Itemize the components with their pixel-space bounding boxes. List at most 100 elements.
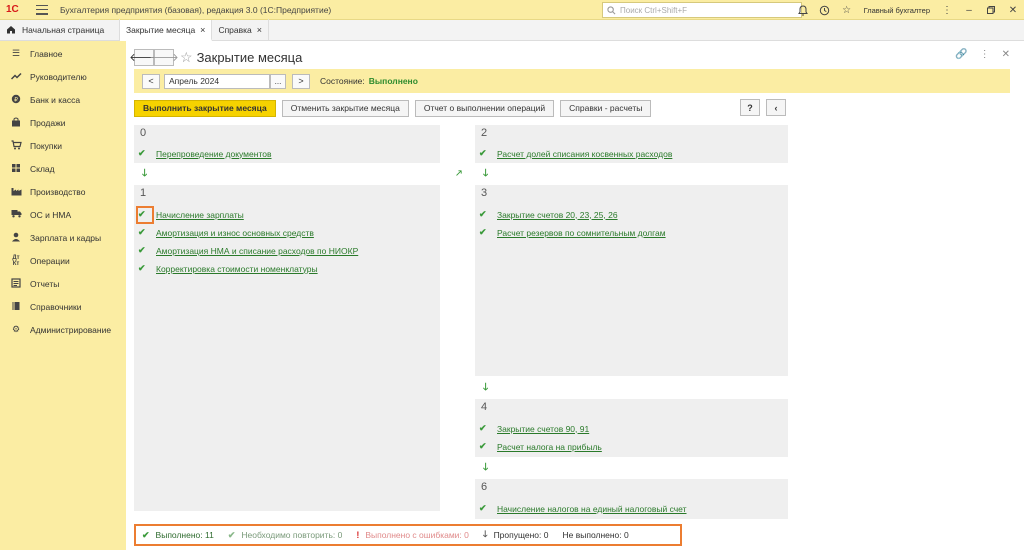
close-tab-icon[interactable]: ×	[257, 25, 262, 35]
operation-link[interactable]: Расчет резервов по сомнительным долгам	[497, 228, 666, 238]
sidebar-item-admin[interactable]: ⚙ Администрирование	[0, 318, 126, 341]
truck-icon	[10, 209, 22, 220]
operations-icon: Дт Кт	[12, 254, 20, 267]
operation-link[interactable]: Амортизация НМА и списание расходов по Н…	[156, 246, 358, 256]
status-done[interactable]: ✔ Выполнено: 11	[142, 530, 214, 541]
status-errors-label: Выполнено с ошибками: 0	[365, 530, 469, 540]
check-icon: ✔	[138, 263, 146, 273]
list-item: ✔ Расчет налога на прибыль	[479, 441, 602, 452]
maximize-icon[interactable]	[980, 0, 1002, 20]
check-icon: ✔	[138, 245, 146, 255]
operations-report-button[interactable]: Отчет о выполнении операций	[414, 99, 555, 117]
state-value: Выполнено	[368, 76, 418, 86]
gear-icon: ⚙	[11, 324, 21, 334]
next-period-button[interactable]: >	[292, 73, 310, 89]
operation-link[interactable]: Расчет долей списания косвенных расходов	[497, 149, 672, 159]
sidebar-item-label: Справочники	[30, 301, 82, 312]
check-icon: ✔	[142, 529, 150, 540]
operation-link[interactable]: Корректировка стоимости номенклатуры	[156, 264, 318, 274]
bell-icon[interactable]	[792, 0, 814, 20]
tab-help-label: Справка	[218, 24, 252, 35]
stage-number: 2	[481, 127, 488, 139]
tab-month-closing[interactable]: Закрытие месяца ×	[120, 20, 213, 41]
sidebar-item-operations[interactable]: Дт Кт Операции	[0, 249, 126, 272]
reference-calculations-button[interactable]: Справки - расчеты	[560, 99, 652, 117]
sidebar-item-purchases[interactable]: Покупки	[0, 134, 126, 157]
favorite-star-icon[interactable]: ☆	[180, 49, 193, 66]
check-icon: ✔	[479, 227, 487, 237]
bag-icon	[10, 117, 22, 129]
more-menu-icon[interactable]: ⋮	[980, 49, 990, 60]
link-icon[interactable]: 🔗	[955, 49, 967, 60]
highlight-box	[136, 206, 154, 224]
operation-link[interactable]: Начисление налогов на единый налоговый с…	[497, 504, 687, 514]
sidebar-item-label: Производство	[30, 186, 86, 197]
history-icon[interactable]	[814, 0, 836, 20]
sidebar-item-sales[interactable]: Продажи	[0, 111, 126, 134]
operation-link[interactable]: Начисление зарплаты	[156, 210, 244, 220]
prev-period-button[interactable]: <	[142, 73, 160, 89]
status-notdone-label: Не выполнено: 0	[562, 530, 629, 540]
minimize-icon[interactable]: –	[958, 0, 980, 20]
search-placeholder: Поиск Ctrl+Shift+F	[620, 5, 688, 15]
operation-link[interactable]: Закрытие счетов 90, 91	[497, 424, 589, 434]
list-item: ✔ Закрытие счетов 20, 23, 25, 26	[479, 209, 618, 220]
down-arrow-icon: 🡓	[483, 382, 489, 393]
sidebar-item-catalogs[interactable]: Справочники	[0, 295, 126, 318]
status-notdone[interactable]: Не выполнено: 0	[562, 530, 628, 540]
favorites-star-icon[interactable]: ☆	[836, 0, 858, 20]
person-icon	[10, 232, 22, 244]
skip-arrow-icon: 🡓	[482, 529, 488, 539]
list-item: ✔ Начисление налогов на единый налоговый…	[479, 503, 687, 514]
operation-link[interactable]: Расчет налога на прибыль	[497, 442, 602, 452]
svg-text:₽: ₽	[14, 96, 18, 103]
search-input[interactable]: Поиск Ctrl+Shift+F	[602, 2, 802, 18]
main-menu-icon[interactable]	[36, 4, 48, 15]
tab-home[interactable]: Начальная страница	[0, 19, 120, 40]
run-closing-button[interactable]: Выполнить закрытие месяца	[134, 99, 276, 117]
title-bar: 1С Бухгалтерия предприятия (базовая), ре…	[0, 0, 1024, 20]
sidebar-item-reports[interactable]: Отчеты	[0, 272, 126, 295]
sidebar-item-warehouse[interactable]: Склад	[0, 157, 126, 180]
collapse-button[interactable]: ‹	[766, 99, 786, 116]
close-window-icon[interactable]: ✕	[1002, 0, 1024, 20]
header-tools: 🔗 ⋮ ✕	[955, 49, 1010, 60]
close-tab-icon[interactable]: ×	[200, 25, 205, 35]
sidebar-item-label: Покупки	[30, 140, 62, 151]
user-name[interactable]: Главный бухгалтер	[864, 6, 930, 15]
sidebar-item-main[interactable]: ☰ Главное	[0, 42, 126, 65]
stage-number: 3	[481, 187, 488, 199]
sidebar-item-label: Банк и касса	[30, 94, 81, 105]
sidebar-item-production[interactable]: Производство	[0, 180, 126, 203]
cancel-closing-button[interactable]: Отменить закрытие месяца	[281, 99, 409, 117]
report-icon	[10, 277, 22, 290]
page-header: 🡐 🡒 ☆ Закрытие месяца	[129, 47, 302, 67]
state-label: Состояние:	[320, 76, 365, 86]
sidebar-item-director[interactable]: Руководителю	[0, 65, 126, 88]
status-repeat[interactable]: ✔ Необходимо повторить: 0	[228, 530, 343, 541]
period-bar: < Апрель 2024 ... > Состояние: Выполнено	[134, 69, 1010, 93]
operation-link[interactable]: Закрытие счетов 20, 23, 25, 26	[497, 210, 618, 220]
help-button[interactable]: ?	[740, 99, 760, 116]
operation-link[interactable]: Амортизация и износ основных средств	[156, 228, 314, 238]
close-form-icon[interactable]: ✕	[1002, 49, 1010, 60]
app-window: 1С Бухгалтерия предприятия (базовая), ре…	[0, 0, 1024, 550]
sidebar-item-fixed-assets[interactable]: ОС и НМА	[0, 203, 126, 226]
settings-menu-icon[interactable]: ⋮	[936, 0, 958, 20]
tab-help[interactable]: Справка ×	[212, 19, 270, 40]
operation-link[interactable]: Перепроведение документов	[156, 149, 272, 159]
check-icon: ✔	[479, 209, 487, 219]
period-field[interactable]: Апрель 2024	[164, 73, 270, 89]
list-item: ✔ Амортизация НМА и списание расходов по…	[138, 245, 358, 256]
search-icon	[607, 5, 616, 14]
period-select-button[interactable]: ...	[270, 73, 286, 89]
sidebar-item-bank[interactable]: ₽ Банк и касса	[0, 88, 126, 111]
status-skipped[interactable]: 🡓 Пропущено: 0	[483, 527, 549, 543]
sidebar-item-salary[interactable]: Зарплата и кадры	[0, 226, 126, 249]
diagonal-arrow-icon: 🡕	[456, 168, 462, 178]
stage-number: 4	[481, 401, 488, 413]
forward-button[interactable]: 🡒	[149, 48, 179, 66]
list-item: ✔ Расчет долей списания косвенных расход…	[479, 148, 672, 159]
list-item: ✔ Корректировка стоимости номенклатуры	[138, 263, 318, 274]
status-errors[interactable]: ! Выполнено с ошибками: 0	[356, 530, 469, 540]
